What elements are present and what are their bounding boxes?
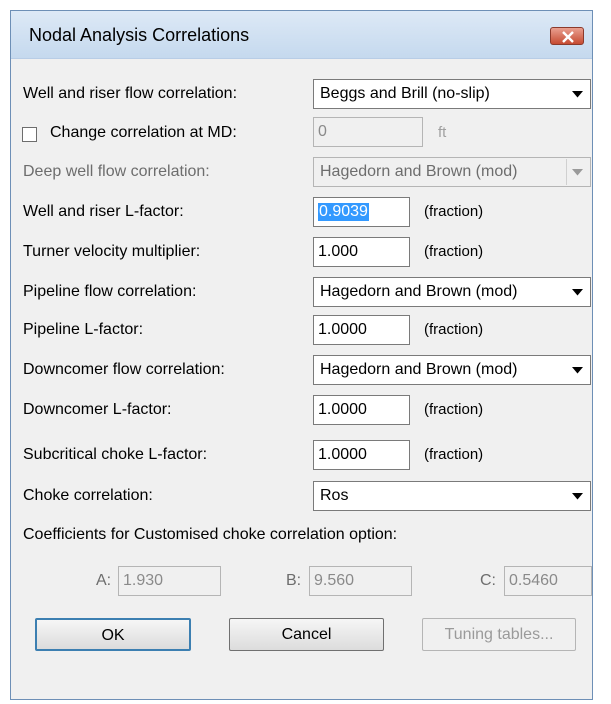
downcomer-flow-dropdown[interactable] — [567, 357, 589, 383]
tuning-tables-button-label: Tuning tables... — [444, 626, 554, 643]
well-riser-flow-dropdown[interactable] — [567, 81, 589, 107]
chevron-down-icon — [572, 367, 583, 374]
turner-multiplier-label: Turner velocity multiplier: — [23, 243, 201, 260]
choke-correlation-label: Choke correlation: — [23, 487, 153, 504]
choke-correlation-dropdown[interactable] — [567, 483, 589, 509]
downcomer-flow-label: Downcomer flow correlation: — [23, 361, 225, 378]
change-at-md-unit: ft — [438, 124, 447, 141]
change-at-md-label: Change correlation at MD: — [50, 124, 237, 141]
well-riser-lfactor-input[interactable]: 0.9039 — [313, 197, 410, 227]
close-icon — [562, 31, 574, 43]
pipeline-lfactor-unit: (fraction) — [424, 321, 484, 338]
downcomer-lfactor-unit: (fraction) — [424, 401, 484, 418]
deep-well-flow-value: Hagedorn and Brown (mod) — [320, 163, 518, 180]
tuning-tables-button[interactable]: Tuning tables... — [422, 618, 576, 651]
pipeline-flow-label: Pipeline flow correlation: — [23, 283, 197, 300]
coefficients-label: Coefficients for Customised choke correl… — [23, 526, 398, 543]
change-at-md-value: 0 — [318, 123, 327, 140]
downcomer-lfactor-input[interactable]: 1.0000 — [313, 395, 410, 425]
pipeline-lfactor-label: Pipeline L-factor: — [23, 321, 144, 338]
coef-a-value: 1.930 — [123, 572, 164, 589]
chevron-down-icon — [572, 493, 583, 500]
turner-multiplier-value: 1.000 — [318, 243, 359, 260]
pipeline-lfactor-input[interactable]: 1.0000 — [313, 315, 410, 345]
chevron-down-icon — [572, 289, 583, 296]
choke-correlation-value: Ros — [320, 487, 349, 504]
choke-correlation-select[interactable]: Ros — [313, 481, 591, 511]
coef-c-input[interactable]: 0.5460 — [504, 566, 592, 596]
coef-b-value: 9.560 — [314, 572, 355, 589]
downcomer-lfactor-label: Downcomer L-factor: — [23, 401, 172, 418]
well-riser-flow-label: Well and riser flow correlation: — [23, 85, 238, 102]
well-riser-lfactor-unit: (fraction) — [424, 203, 484, 220]
ok-button[interactable]: OK — [35, 618, 191, 651]
subcritical-choke-lfactor-input[interactable]: 1.0000 — [313, 440, 410, 470]
well-riser-flow-select[interactable]: Beggs and Brill (no-slip) — [313, 79, 591, 109]
window-title: Nodal Analysis Correlations — [29, 25, 250, 45]
downcomer-flow-value: Hagedorn and Brown (mod) — [320, 361, 518, 378]
coef-c-value: 0.5460 — [509, 572, 558, 589]
deep-well-flow-dropdown[interactable] — [566, 159, 589, 185]
coef-b-input[interactable]: 9.560 — [309, 566, 412, 596]
downcomer-lfactor-value: 1.0000 — [318, 401, 367, 418]
pipeline-lfactor-value: 1.0000 — [318, 321, 367, 338]
subcritical-choke-lfactor-value: 1.0000 — [318, 446, 367, 463]
change-at-md-input[interactable]: 0 — [313, 117, 423, 147]
pipeline-flow-value: Hagedorn and Brown (mod) — [320, 283, 518, 300]
coef-c-label: C: — [480, 572, 496, 589]
downcomer-flow-select[interactable]: Hagedorn and Brown (mod) — [313, 355, 591, 385]
change-at-md-checkbox[interactable] — [22, 127, 37, 142]
well-riser-lfactor-label: Well and riser L-factor: — [23, 203, 184, 220]
cancel-button-label: Cancel — [281, 626, 332, 643]
turner-multiplier-input[interactable]: 1.000 — [313, 237, 410, 267]
chevron-down-icon — [572, 91, 583, 98]
turner-multiplier-unit: (fraction) — [424, 243, 484, 260]
deep-well-flow-select[interactable]: Hagedorn and Brown (mod) — [313, 157, 591, 187]
title-bar[interactable]: Nodal Analysis Correlations — [11, 11, 592, 59]
coef-a-label: A: — [96, 572, 112, 589]
pipeline-flow-select[interactable]: Hagedorn and Brown (mod) — [313, 277, 591, 307]
deep-well-flow-label: Deep well flow correlation: — [23, 163, 210, 180]
well-riser-lfactor-value: 0.9039 — [318, 203, 369, 221]
cancel-button[interactable]: Cancel — [229, 618, 384, 651]
chevron-down-icon — [572, 169, 583, 176]
coef-b-label: B: — [286, 572, 302, 589]
coef-a-input[interactable]: 1.930 — [118, 566, 221, 596]
subcritical-choke-lfactor-label: Subcritical choke L-factor: — [23, 446, 208, 463]
subcritical-choke-lfactor-unit: (fraction) — [424, 446, 484, 463]
close-button[interactable] — [550, 27, 584, 45]
pipeline-flow-dropdown[interactable] — [567, 279, 589, 305]
ok-button-label: OK — [101, 627, 125, 644]
well-riser-flow-value: Beggs and Brill (no-slip) — [320, 85, 490, 102]
